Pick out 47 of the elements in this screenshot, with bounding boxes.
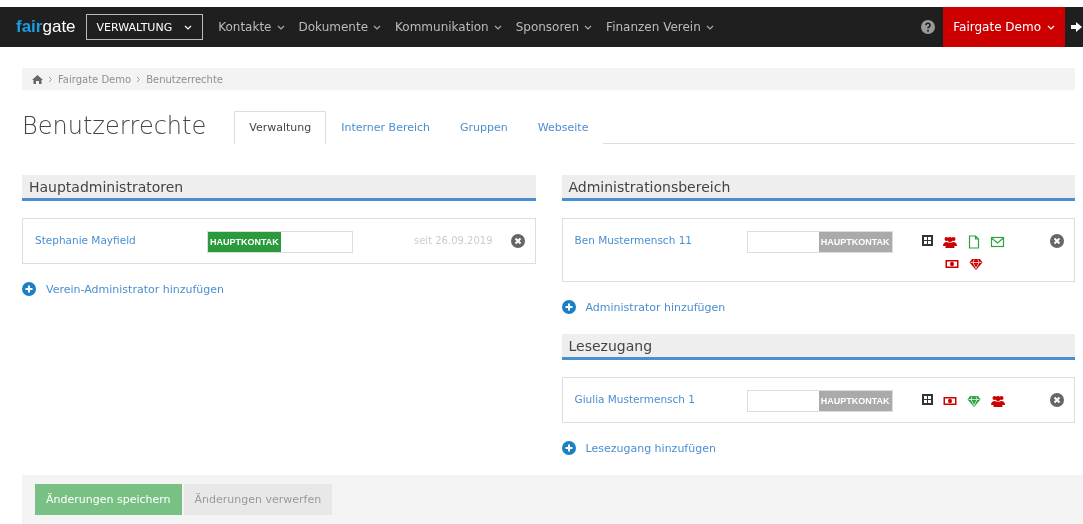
chevron-icon: [136, 75, 142, 83]
module-dropdown[interactable]: VERWALTUNG: [85, 14, 204, 40]
switch-label: HAUPTKONTAK: [818, 232, 892, 252]
user-link[interactable]: Giulia Mustermensch 1: [574, 390, 747, 405]
remove-icon[interactable]: [1050, 234, 1064, 248]
save-button[interactable]: Änderungen speichern: [35, 484, 182, 515]
caret-icon: [184, 24, 193, 30]
section-title: Administrationsbereich: [561, 175, 1075, 201]
main-contact-switch[interactable]: HAUPTKONTAK: [746, 390, 893, 412]
breadcrumb-link[interactable]: Fairgate Demo: [58, 73, 132, 85]
caret-icon: [373, 24, 382, 30]
discard-button[interactable]: Änderungen verwerfen: [183, 484, 333, 515]
caret-icon: [276, 24, 285, 30]
main-contact-switch[interactable]: HAUPTKONTAK: [746, 231, 893, 253]
remove-icon[interactable]: [510, 234, 525, 248]
account-menu[interactable]: Fairgate Demo: [943, 7, 1065, 47]
switch-label: HAUPTKONTAK: [208, 232, 281, 252]
remove-icon[interactable]: [1050, 393, 1064, 407]
user-link[interactable]: Stephanie Mayfield: [35, 231, 207, 246]
menu-item[interactable]: Sponsoren: [508, 20, 600, 34]
caret-icon: [493, 24, 502, 30]
tab[interactable]: Verwaltung: [234, 111, 327, 144]
menu-item[interactable]: Finanzen Verein: [599, 20, 721, 34]
main-contact-switch[interactable]: HAUPTKONTAK: [207, 231, 353, 253]
menu-item[interactable]: Kommunikation: [388, 20, 509, 34]
section-title: Hauptadministratoren: [22, 175, 536, 201]
user-link[interactable]: Ben Mustermensch 11: [574, 231, 747, 246]
add-link[interactable]: Administrator hinzufügen: [561, 300, 1075, 314]
menu-item[interactable]: Dokumente: [291, 20, 389, 34]
add-link[interactable]: Lesezugang hinzufügen: [561, 441, 1075, 455]
chevron-icon: [48, 75, 53, 83]
page-title: Benutzerrechte: [22, 111, 207, 142]
add-icon: [561, 300, 576, 314]
home-icon[interactable]: [32, 74, 43, 84]
menu-item[interactable]: Kontakte: [211, 20, 292, 34]
logo: fairgate: [16, 17, 76, 37]
switch-label: HAUPTKONTAK: [818, 391, 892, 411]
logout-icon[interactable]: [1071, 21, 1083, 33]
caret-icon: [1047, 24, 1055, 30]
add-link[interactable]: Verein-Administrator hinzufügen: [22, 282, 536, 296]
breadcrumb-link[interactable]: Benutzerrechte: [146, 73, 224, 85]
caret-icon: [705, 24, 714, 30]
add-icon: [22, 282, 36, 296]
caret-icon: [584, 24, 593, 30]
help-icon[interactable]: [921, 20, 936, 34]
section-title: Lesezugang: [561, 334, 1075, 360]
add-icon: [561, 441, 576, 455]
